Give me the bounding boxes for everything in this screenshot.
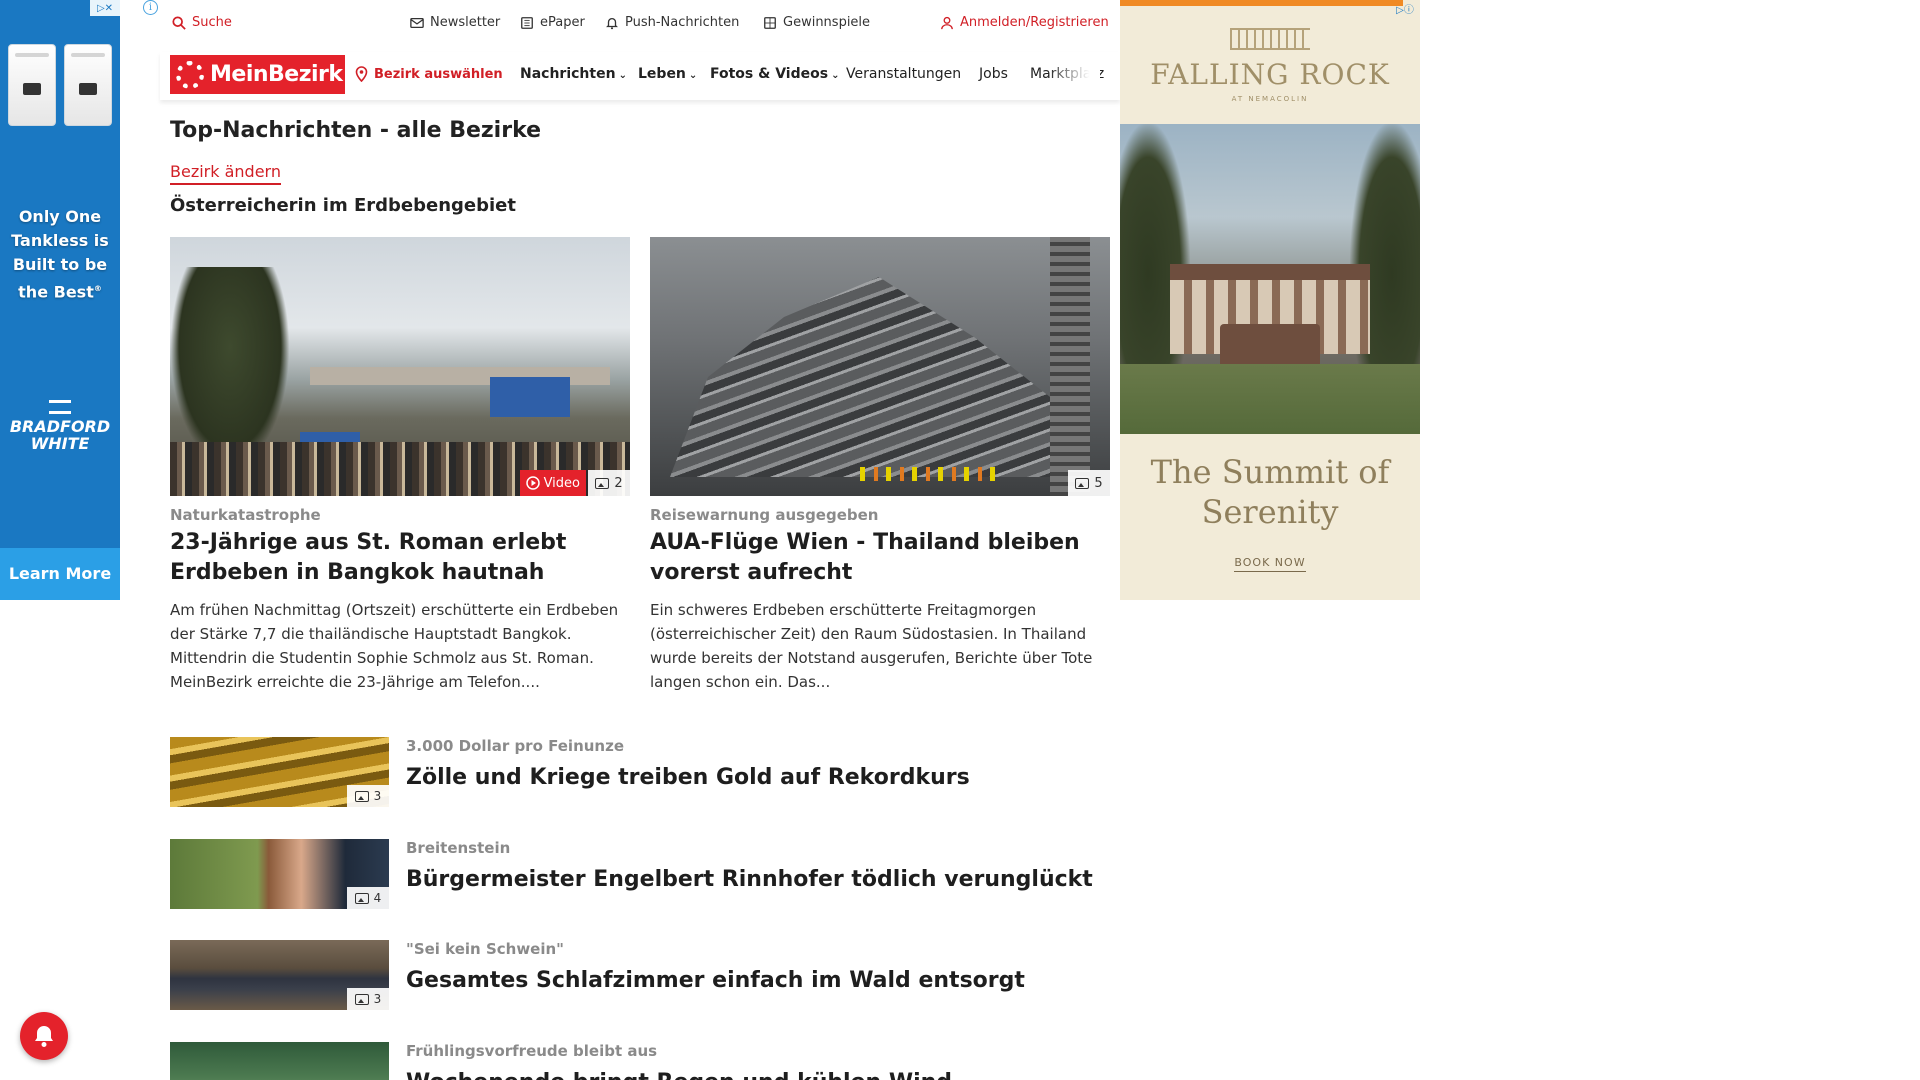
video-badge: Video	[519, 470, 586, 496]
article-teaser: Ein schweres Erdbeben erschütterte Freit…	[650, 601, 1093, 691]
logo-sun-icon	[176, 60, 204, 89]
meinbezirk-logo[interactable]: MeinBezirk	[170, 55, 345, 94]
bell-icon	[35, 1026, 53, 1047]
adchoices-icon[interactable]: ▷ⓘ	[1390, 0, 1420, 16]
newsletter-link[interactable]: Newsletter	[410, 15, 500, 30]
image-count-badge: 3	[347, 785, 389, 807]
mail-icon	[410, 17, 424, 28]
nav-photos-videos[interactable]: Fotos & Videos ⌄	[710, 66, 839, 82]
chevron-down-icon: ⌄	[618, 70, 627, 81]
book-now-button[interactable]: BOOK NOW	[1120, 556, 1420, 572]
chevron-down-icon: ⌄	[831, 70, 840, 81]
gallery-icon	[354, 892, 369, 904]
ad-brand-logo: BRADFORD WHITE	[0, 400, 120, 452]
article-image[interactable]: 5	[650, 237, 1110, 496]
resort-crest-logo	[1230, 28, 1310, 50]
gallery-icon	[595, 477, 610, 489]
ad-learn-more-button[interactable]: Learn More	[0, 548, 120, 600]
ad-slogan: The Summit of Serenity	[1150, 453, 1390, 531]
image-count-badge: 3	[347, 988, 389, 1010]
search-icon	[172, 15, 186, 30]
article-headline[interactable]: Zölle und Kriege treiben Gold auf Rekord…	[406, 765, 970, 790]
play-icon	[525, 476, 540, 490]
article-thumbnail[interactable]: 3	[170, 940, 389, 1010]
chevron-down-icon: ⌄	[688, 70, 698, 81]
article-kicker: 3.000 Dollar pro Feinunze	[406, 737, 625, 755]
right-display-ad[interactable]: ▷ⓘ FALLING ROCK AT NEMACOLIN The Summit …	[1120, 0, 1420, 600]
article-thumbnail[interactable]: 3	[170, 737, 389, 807]
water-heater-image	[8, 44, 112, 128]
location-pin-icon	[355, 66, 368, 82]
ad-brand-subtitle: AT NEMACOLIN	[1231, 95, 1309, 103]
list-article[interactable]: 3 3.000 Dollar pro Feinunze Zölle und Kr…	[170, 737, 1110, 807]
list-article[interactable]: Frühlingsvorfreude bleibt aus Wochenende…	[170, 1042, 1110, 1080]
left-skyscraper-ad[interactable]: ▷✕ Only One Tankless is Built to be the …	[0, 0, 120, 600]
nav-news[interactable]: Nachrichten ⌄	[520, 66, 627, 82]
nav-events[interactable]: Veranstaltungen	[846, 66, 961, 82]
epaper-link[interactable]: ePaper	[520, 15, 585, 30]
contests-link[interactable]: Gewinnspiele	[763, 15, 870, 30]
image-count-badge: 5	[1068, 470, 1110, 496]
gallery-icon	[354, 993, 369, 1005]
topic-heading[interactable]: Österreicherin im Erdbebengebiet	[170, 195, 516, 216]
article-teaser: Am frühen Nachmittag (Ortszeit) erschütt…	[170, 601, 619, 691]
article-headline[interactable]: 23-Jährige aus St. Roman erlebt Erdbeben…	[170, 528, 630, 588]
change-district-link[interactable]: Bezirk ändern	[170, 162, 281, 185]
ad-tagline: Only One Tankless is Built to be the Bes…	[11, 207, 109, 302]
page-title: Top-Nachrichten - alle Bezirke	[170, 118, 542, 143]
article-kicker: Breitenstein	[406, 839, 511, 857]
select-district-button[interactable]: Bezirk auswählen	[355, 66, 503, 82]
article-headline[interactable]: Gesamtes Schlafzimmer einfach im Wald en…	[406, 968, 1025, 993]
article-image[interactable]: Video 2	[170, 237, 630, 496]
bell-icon	[606, 17, 618, 29]
info-icon[interactable]: i	[143, 0, 158, 15]
notification-bell-button[interactable]	[20, 1012, 68, 1060]
article-kicker: Reisewarnung ausgegeben	[650, 506, 879, 524]
image-count-badge: 2	[588, 470, 630, 496]
ad-accent-bar	[1120, 0, 1403, 6]
newspaper-icon	[521, 16, 533, 29]
article-headline[interactable]: AUA-Flüge Wien - Thailand bleiben vorers…	[650, 528, 1110, 588]
utility-bar: Suche Newsletter ePaper Push-Nachrichten…	[160, 0, 1120, 46]
lead-article[interactable]: Video 2 Naturkatastrophe 23-Jährige aus …	[170, 237, 630, 694]
article-headline[interactable]: Wochenende bringt Regen und kühlen Wind	[406, 1070, 952, 1080]
lead-article[interactable]: 5 Reisewarnung ausgegeben AUA-Flüge Wien…	[650, 237, 1110, 694]
search-link[interactable]: Suche	[172, 15, 232, 30]
article-thumbnail[interactable]	[170, 1042, 389, 1080]
main-navigation: MeinBezirk Bezirk auswählen Nachrichten ⌄…	[160, 52, 1120, 100]
nav-life[interactable]: Leben ⌄	[638, 66, 697, 82]
login-link[interactable]: Anmelden/Registrieren	[940, 15, 1109, 30]
article-kicker: Frühlingsvorfreude bleibt aus	[406, 1042, 658, 1060]
article-kicker: Naturkatastrophe	[170, 506, 321, 524]
list-article[interactable]: 4 Breitenstein Bürgermeister Engelbert R…	[170, 839, 1110, 909]
resort-photo	[1120, 124, 1420, 434]
gallery-icon	[354, 790, 369, 802]
user-icon	[941, 16, 953, 29]
nav-jobs[interactable]: Jobs	[979, 66, 1008, 82]
nav-overflow-fade	[1048, 52, 1100, 100]
gallery-icon	[1075, 477, 1090, 489]
push-notifications-link[interactable]: Push-Nachrichten	[605, 15, 739, 30]
article-kicker: "Sei kein Schwein"	[406, 940, 564, 958]
gift-icon	[764, 16, 776, 29]
list-article[interactable]: 3 "Sei kein Schwein" Gesamtes Schlafzimm…	[170, 940, 1110, 1010]
image-count-badge: 4	[347, 887, 389, 909]
main-column: Suche Newsletter ePaper Push-Nachrichten…	[160, 0, 1120, 1080]
article-thumbnail[interactable]: 4	[170, 839, 389, 909]
ad-brand-name: FALLING ROCK	[1150, 58, 1390, 91]
adchoices-icon[interactable]: ▷✕	[90, 0, 120, 16]
article-headline[interactable]: Bürgermeister Engelbert Rinnhofer tödlic…	[406, 867, 1093, 892]
